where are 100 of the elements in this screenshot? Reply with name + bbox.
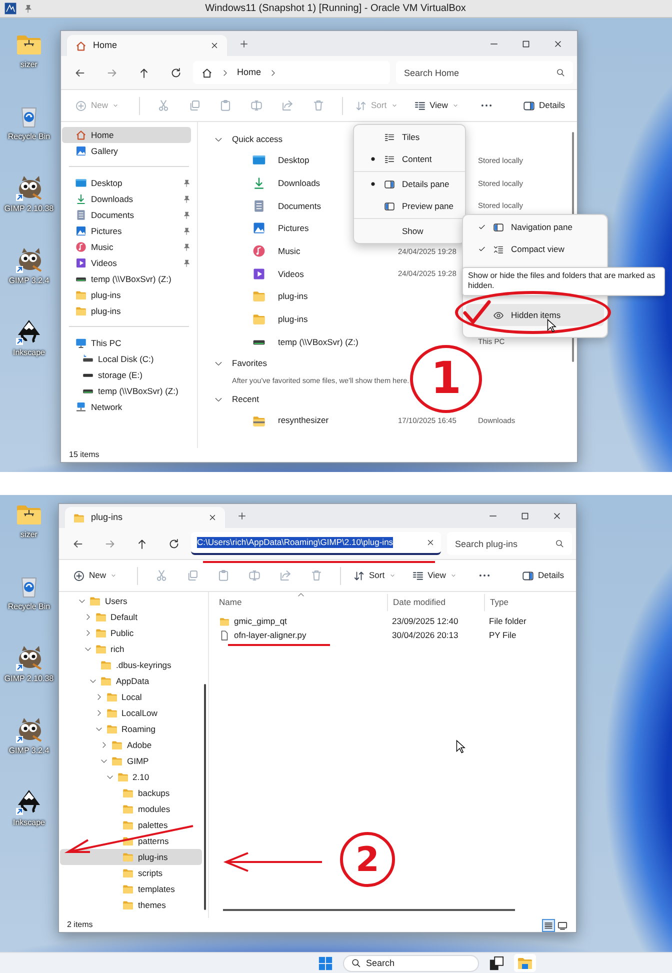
- pin-icon[interactable]: [182, 258, 191, 268]
- search-input[interactable]: Search: [366, 958, 471, 968]
- nav-item[interactable]: Adobe: [60, 737, 202, 753]
- section-header[interactable]: Favorites: [232, 358, 267, 368]
- chevron-right-icon[interactable]: [100, 741, 108, 749]
- nav-item[interactable]: modules: [60, 801, 202, 817]
- column-header[interactable]: Type: [484, 594, 566, 611]
- chevron-down-icon[interactable]: [100, 757, 108, 765]
- nav-item[interactable]: Local: [60, 689, 202, 705]
- nav-item[interactable]: Downloads: [62, 191, 191, 207]
- pin-icon[interactable]: [182, 210, 191, 220]
- refresh-icon[interactable]: [168, 538, 180, 550]
- chevron-down-icon[interactable]: [94, 725, 102, 733]
- item-name[interactable]: plug-ins: [278, 314, 398, 324]
- item-name[interactable]: gmic_gimp_qt: [234, 616, 287, 626]
- address-bar[interactable]: C:\Users\rich\AppData\Roaming\GIMP\2.10\plug-ins: [191, 532, 441, 555]
- close-icon[interactable]: [210, 41, 219, 50]
- menu-item[interactable]: Compact view: [466, 238, 604, 260]
- chevron-right-icon[interactable]: [269, 68, 278, 76]
- mascot-icon[interactable]: [15, 716, 43, 744]
- menu-item[interactable]: Navigation pane: [466, 216, 604, 238]
- scrollbar[interactable]: [204, 684, 206, 910]
- close-icon[interactable]: [208, 513, 217, 522]
- view-button[interactable]: View: [410, 98, 463, 114]
- nav-item[interactable]: temp (\\VBoxSvr) (Z:): [62, 271, 191, 287]
- folder-icon[interactable]: [517, 955, 533, 971]
- nav-item[interactable]: themes: [60, 897, 202, 913]
- search-field[interactable]: Search Home: [396, 61, 573, 84]
- new-tab-icon[interactable]: [237, 511, 247, 521]
- task-view-icon[interactable]: [489, 956, 504, 970]
- address-bar[interactable]: Home: [193, 61, 390, 84]
- nav-item[interactable]: This PC: [62, 335, 191, 351]
- nav-item[interactable]: Pictures: [62, 223, 191, 239]
- view-button[interactable]: View: [408, 568, 461, 584]
- up-icon[interactable]: [136, 538, 148, 550]
- maximize-icon[interactable]: [521, 38, 531, 48]
- scrollbar[interactable]: [223, 909, 515, 911]
- section-header[interactable]: Quick access: [232, 134, 283, 144]
- nav-item[interactable]: Default: [60, 609, 202, 625]
- back-icon[interactable]: [72, 538, 84, 550]
- tiles-view-icon[interactable]: [557, 920, 568, 930]
- item-name[interactable]: Videos: [278, 268, 398, 279]
- menu-item[interactable]: Tiles: [357, 126, 462, 148]
- nav-item[interactable]: Users: [60, 593, 202, 609]
- close-icon[interactable]: [553, 38, 563, 48]
- clear-icon[interactable]: [426, 538, 435, 547]
- nav-item[interactable]: palettes: [60, 817, 202, 833]
- item-name[interactable]: ofn-layer-aligner.py: [234, 630, 306, 640]
- refresh-icon[interactable]: [170, 66, 182, 78]
- item-name[interactable]: Music: [278, 246, 398, 256]
- details-button[interactable]: Details: [519, 98, 569, 114]
- nav-item[interactable]: templates: [60, 881, 202, 897]
- up-icon[interactable]: [138, 66, 150, 78]
- nav-item[interactable]: Public: [60, 625, 202, 641]
- nav-item[interactable]: GIMP: [60, 753, 202, 769]
- chevron-down-icon[interactable]: [89, 677, 97, 685]
- mountain-icon[interactable]: [15, 318, 43, 346]
- nav-item[interactable]: Network: [62, 399, 191, 415]
- nav-item[interactable]: Roaming: [60, 721, 202, 737]
- pin-icon[interactable]: [23, 4, 33, 14]
- menu-item[interactable]: Preview pane: [357, 195, 462, 217]
- forward-icon[interactable]: [106, 66, 118, 78]
- pin-icon[interactable]: [182, 178, 191, 188]
- column-header[interactable]: Name: [217, 594, 387, 611]
- address-path[interactable]: C:\Users\rich\AppData\Roaming\GIMP\2.10\plug-ins: [197, 537, 394, 548]
- details-button[interactable]: Details: [518, 568, 568, 584]
- item-name[interactable]: plug-ins: [278, 291, 398, 302]
- nav-item[interactable]: plug-ins: [62, 287, 191, 303]
- nav-item[interactable]: LocalLow: [60, 705, 202, 721]
- nav-item[interactable]: plug-ins: [60, 849, 202, 865]
- nav-item[interactable]: Videos: [62, 255, 191, 271]
- nav-item[interactable]: AppData: [60, 673, 202, 689]
- mascot-icon[interactable]: [15, 644, 43, 672]
- pin-icon[interactable]: [182, 226, 191, 236]
- chevron-down-icon[interactable]: [84, 645, 92, 653]
- menu-item[interactable]: Hidden items: [466, 304, 604, 326]
- forward-icon[interactable]: [104, 538, 116, 550]
- nav-item[interactable]: backups: [60, 785, 202, 801]
- column-header[interactable]: Date modified: [387, 594, 484, 611]
- menu-item[interactable]: Content: [357, 148, 462, 170]
- chevron-down-icon[interactable]: [106, 773, 114, 781]
- item-name[interactable]: resynthesizer: [278, 415, 398, 426]
- home-icon[interactable]: [201, 66, 213, 78]
- nav-item[interactable]: Music: [62, 239, 191, 255]
- search-field[interactable]: Search plug-ins: [447, 532, 572, 555]
- nav-item[interactable]: rich: [60, 641, 202, 657]
- windows-logo-icon[interactable]: [318, 956, 333, 970]
- mascot-icon[interactable]: [15, 246, 43, 274]
- nav-item[interactable]: Gallery: [62, 143, 191, 159]
- item-name[interactable]: temp (\\VBoxSvr) (Z:): [278, 336, 398, 347]
- tab[interactable]: plug-ins: [65, 507, 225, 528]
- sort-button[interactable]: Sort: [349, 568, 400, 584]
- chevron-down-icon[interactable]: [78, 597, 86, 605]
- new-button[interactable]: New: [69, 568, 122, 584]
- nav-item[interactable]: patterns: [60, 833, 202, 849]
- nav-item[interactable]: 2.10: [60, 769, 202, 785]
- chevron-right-icon[interactable]: [221, 68, 229, 76]
- back-icon[interactable]: [74, 66, 86, 78]
- nav-item[interactable]: storage (E:): [62, 367, 191, 383]
- taskbar-search-box[interactable]: Search: [343, 954, 479, 972]
